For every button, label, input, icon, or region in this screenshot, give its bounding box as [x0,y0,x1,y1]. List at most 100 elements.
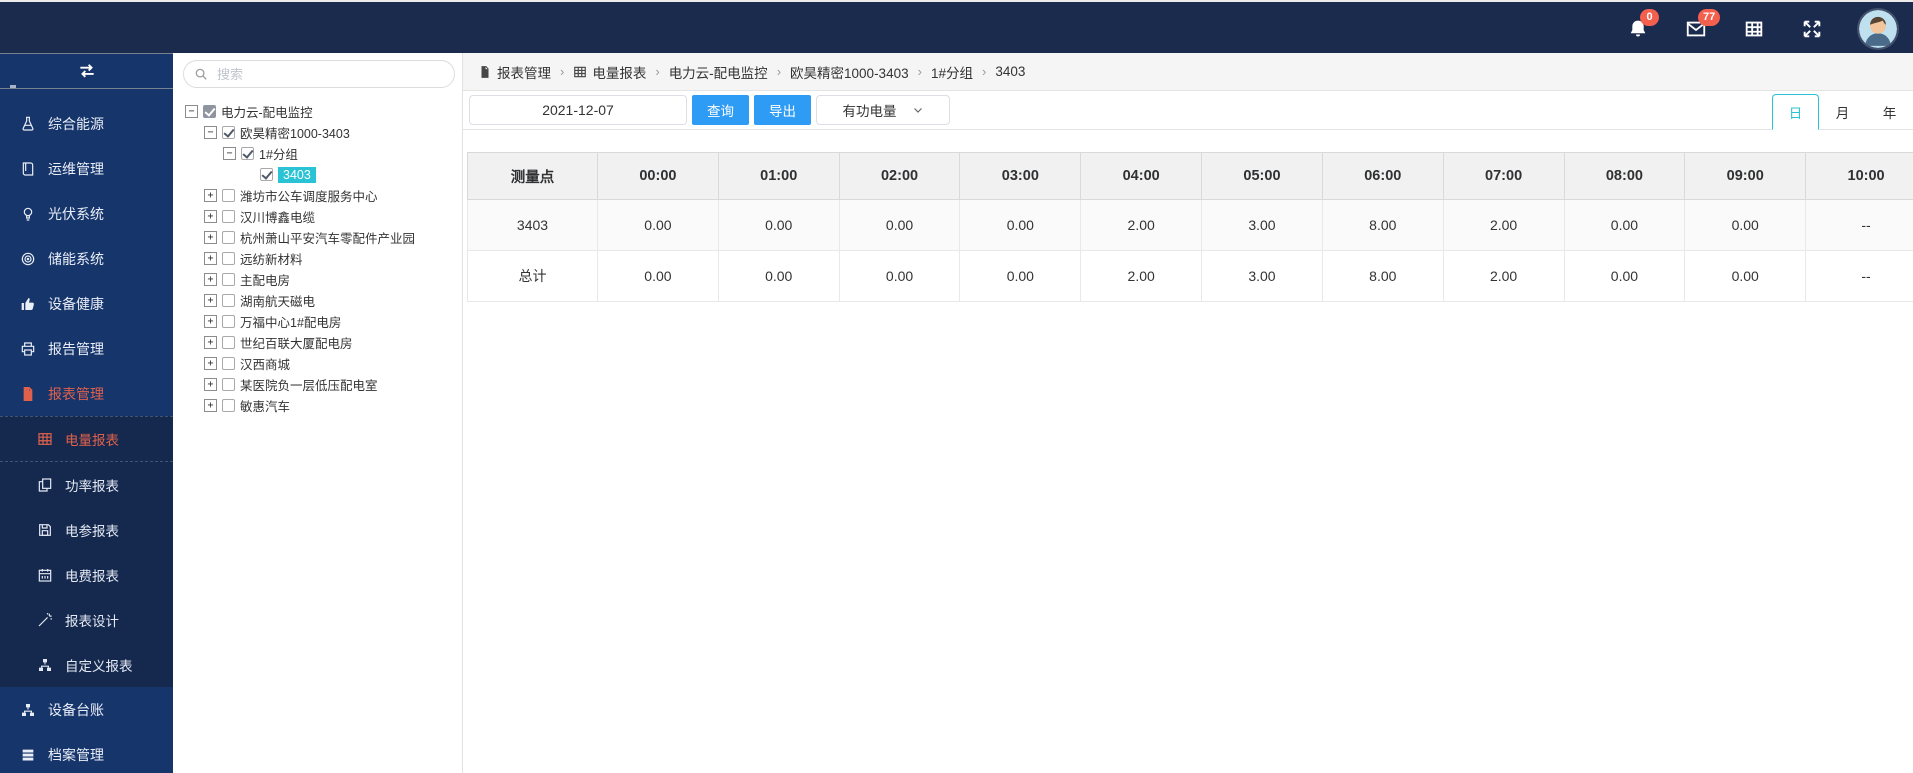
tree-node-label[interactable]: 潍坊市公车调度服务中心 [240,186,378,205]
tree-node-checkbox[interactable] [222,126,235,139]
apps-grid-button[interactable] [1743,18,1765,40]
expand-node-icon[interactable]: + [204,189,217,202]
tree-node-checkbox[interactable] [222,399,235,412]
tree-node-label[interactable]: 3403 [278,166,316,183]
expand-node-icon[interactable]: + [204,273,217,286]
tree-node[interactable]: + 汉西商城 [185,353,460,374]
sidebar-item-param-report[interactable]: 电参报表 [0,507,173,552]
sidebar-item-storage-system[interactable]: 储能系统 [0,236,173,281]
period-tab-1[interactable]: 日 [1772,94,1819,130]
breadcrumb-item[interactable]: 电量报表 [573,62,646,82]
sidebar-collapse-toggle[interactable] [0,53,173,89]
breadcrumb-item[interactable]: 3403 [995,64,1025,79]
printer-icon [20,341,36,357]
tree-node[interactable]: + 湖南航天磁电 [185,290,460,311]
tree-node-checkbox[interactable] [222,294,235,307]
sidebar-item-fee-report[interactable]: 电费报表 [0,552,173,597]
tree-node[interactable]: + 敏惠汽车 [185,395,460,416]
tree-node-checkbox[interactable] [260,168,273,181]
period-tab-2[interactable]: 月 [1819,94,1866,130]
sidebar-item-pv-system[interactable]: 光伏系统 [0,191,173,236]
measure-type-select[interactable]: 有功电量 [816,95,950,125]
expand-node-icon[interactable]: + [204,294,217,307]
tree-node-label[interactable]: 远纺新材料 [240,249,303,268]
tree-node-checkbox[interactable] [222,378,235,391]
tree-node[interactable]: + 万福中心1#配电房 [185,311,460,332]
messages-button[interactable]: 77 [1685,8,1721,40]
sidebar-item-archive-management[interactable]: 档案管理 [0,732,173,773]
tree-node[interactable]: + 潍坊市公车调度服务中心 [185,185,460,206]
tree-node-checkbox[interactable] [241,147,254,160]
tree-node-label[interactable]: 世纪百联大厦配电房 [240,333,353,352]
tree-node-checkbox[interactable] [222,252,235,265]
tree-node-label[interactable]: 电力云-配电监控 [221,102,313,121]
tree-node-label[interactable]: 敏惠汽车 [240,396,290,415]
expand-node-icon[interactable]: + [204,378,217,391]
tree-node-label[interactable]: 万福中心1#配电房 [240,312,341,331]
tree-node[interactable]: − 1#分组 [185,143,460,164]
expand-node-icon[interactable]: + [204,315,217,328]
sidebar-item-comprehensive-energy[interactable]: 综合能源 [0,101,173,146]
tree-node[interactable]: − 欧昊精密1000-3403 [185,122,460,143]
expand-node-icon[interactable]: + [204,399,217,412]
tree-node[interactable]: + 主配电房 [185,269,460,290]
tree-node-checkbox[interactable] [222,210,235,223]
tree-node-label[interactable]: 主配电房 [240,270,290,289]
expand-node-icon[interactable]: + [204,231,217,244]
tree-node-checkbox[interactable] [222,273,235,286]
date-input[interactable] [469,95,687,125]
sidebar-item-report-design[interactable]: 报表设计 [0,597,173,642]
fullscreen-button[interactable] [1801,18,1823,40]
tree-node-label[interactable]: 杭州萧山平安汽车零配件产业园 [240,228,415,247]
table-header-cell: 10:00 [1805,152,1913,200]
tree-node[interactable]: + 远纺新材料 [185,248,460,269]
breadcrumb-label: 电力云-配电监控 [668,65,768,81]
table-cell: 0.00 [1684,250,1807,302]
expand-node-icon[interactable]: + [204,357,217,370]
query-button[interactable]: 查询 [692,95,749,125]
tree-search-input[interactable] [215,65,444,83]
tree-node[interactable]: + 世纪百联大厦配电房 [185,332,460,353]
sidebar-item-energy-report[interactable]: 电量报表 [0,417,173,462]
tree-node-checkbox[interactable] [222,336,235,349]
period-tab-3[interactable]: 年 [1866,94,1913,130]
tree-node-label[interactable]: 某医院负一层低压配电室 [240,375,378,394]
export-button[interactable]: 导出 [754,95,811,125]
sidebar-item-power-report[interactable]: 功率报表 [0,462,173,507]
sidebar-item-statement-management[interactable]: 报表管理 [0,371,173,416]
tree-node-checkbox[interactable] [222,357,235,370]
sidebar-item-report-management[interactable]: 报告管理 [0,326,173,371]
tree-node[interactable]: − 电力云-配电监控 [185,101,460,122]
collapse-node-icon[interactable]: − [223,147,236,160]
tree-node-label[interactable]: 1#分组 [259,144,298,163]
expand-node-icon[interactable]: + [204,252,217,265]
breadcrumb-item[interactable]: 1#分组 [931,62,973,82]
tree-node-label[interactable]: 汉川博鑫电缆 [240,207,315,226]
tree-node-checkbox[interactable] [222,231,235,244]
collapse-node-icon[interactable]: − [204,126,217,139]
sidebar-item-ops-management[interactable]: 运维管理 [0,146,173,191]
sidebar-item-device-health[interactable]: 设备健康 [0,281,173,326]
tree-node-checkbox[interactable] [222,315,235,328]
tree-node[interactable]: + 杭州萧山平安汽车零配件产业园 [185,227,460,248]
expand-node-icon[interactable]: + [204,336,217,349]
avatar[interactable] [1859,9,1897,48]
tree-node-label[interactable]: 湖南航天磁电 [240,291,315,310]
expand-node-icon[interactable]: + [204,210,217,223]
sidebar-item-custom-report[interactable]: 自定义报表 [0,642,173,687]
tree-node[interactable]: + 某医院负一层低压配电室 [185,374,460,395]
tree-node-label[interactable]: 汉西商城 [240,354,290,373]
breadcrumb-item[interactable]: 报表管理 [478,62,551,82]
tree-node[interactable]: 3403 [185,164,460,185]
sidebar-item-device-ledger[interactable]: 设备台账 [0,687,173,732]
tree-node-checkbox[interactable] [222,189,235,202]
collapse-node-icon[interactable]: − [185,105,198,118]
tree-node[interactable]: + 汉川博鑫电缆 [185,206,460,227]
breadcrumb-separator: › [655,64,660,79]
breadcrumb-item[interactable]: 电力云-配电监控 [669,62,768,82]
tree-node-label[interactable]: 欧昊精密1000-3403 [240,123,350,142]
tree-node-checkbox[interactable] [203,105,216,118]
notifications-button[interactable]: 0 [1627,8,1659,40]
tree-search[interactable] [183,60,455,88]
breadcrumb-item[interactable]: 欧昊精密1000-3403 [790,62,909,82]
